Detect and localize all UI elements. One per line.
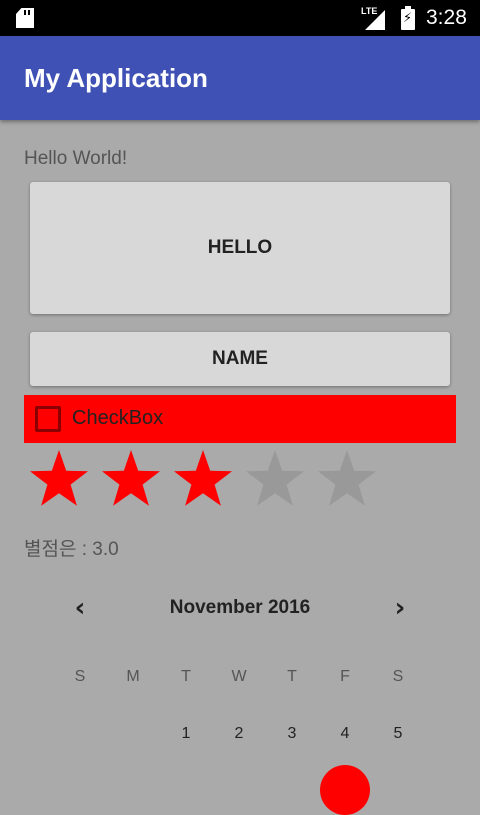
status-bar: LTE ⚡ 3:28	[0, 0, 480, 36]
weekday-label: S	[392, 668, 404, 685]
lte-label: LTE	[361, 6, 378, 16]
clock: 3:28	[426, 6, 467, 29]
calendar-day[interactable]: 4	[330, 725, 360, 743]
selected-day-indicator[interactable]	[320, 765, 370, 815]
weekday-label: T	[287, 668, 297, 685]
app-title: My Application	[24, 63, 208, 93]
star-4[interactable]	[244, 448, 306, 510]
app-bar: My Application	[0, 36, 480, 120]
star-3[interactable]	[172, 448, 234, 510]
weekday-label: W	[231, 668, 247, 685]
sd-card-icon	[16, 8, 34, 28]
checkbox[interactable]: CheckBox	[24, 395, 456, 443]
calendar-month-title: November 2016	[169, 597, 311, 618]
star-2[interactable]	[100, 448, 162, 510]
rating-text: 별점은 : 3.0	[24, 539, 119, 560]
star-1[interactable]	[28, 448, 90, 510]
next-month-button[interactable]: ›	[388, 595, 412, 621]
prev-month-button[interactable]: ‹	[68, 595, 92, 621]
hello-button[interactable]: HELLO	[30, 182, 450, 314]
weekday-label: T	[181, 668, 191, 685]
weekday-label: M	[126, 668, 140, 685]
calendar-day[interactable]: 3	[277, 725, 307, 743]
name-button[interactable]: NAME	[30, 332, 450, 386]
calendar-day[interactable]: 1	[171, 725, 201, 743]
hello-world-text: Hello World!	[24, 148, 128, 169]
rating-bar[interactable]	[28, 448, 388, 510]
weekday-label: F	[340, 668, 350, 685]
star-5[interactable]	[316, 448, 378, 510]
checkbox-label: CheckBox	[72, 407, 164, 429]
calendar-day[interactable]: 5	[383, 725, 413, 743]
weekday-label: S	[74, 668, 86, 685]
calendar-day[interactable]: 2	[224, 725, 254, 743]
battery-charging-icon: ⚡	[401, 6, 415, 30]
checkbox-box[interactable]	[35, 406, 61, 432]
